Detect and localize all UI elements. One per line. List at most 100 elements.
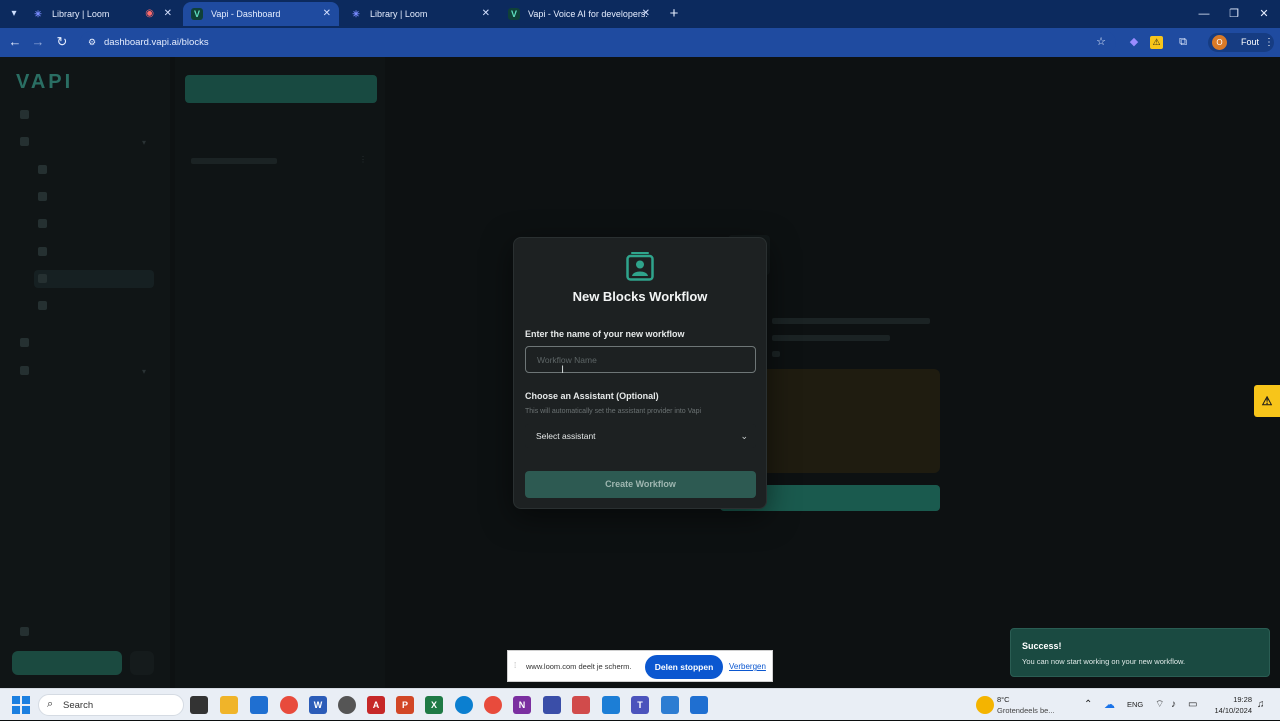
- sidebar-item-icon: [20, 137, 29, 147]
- more-icon[interactable]: ⋮: [359, 155, 367, 164]
- browser-toolbar: ← → ↻ ⚙ dashboard.vapi.ai/blocks ☆ ◆ ⚠ ⧉…: [0, 28, 1280, 57]
- chevron-up-icon[interactable]: ⌃: [1084, 689, 1092, 721]
- chrome-icon[interactable]: [484, 696, 502, 714]
- tab-vapi-voice-ai[interactable]: V Vapi - Voice AI for developers. ✕: [500, 2, 658, 26]
- side-alert-button[interactable]: ⚠: [1254, 385, 1280, 417]
- maximize-button[interactable]: ❐: [1218, 4, 1250, 24]
- weather-temperature: 8°C: [997, 695, 1010, 704]
- close-icon[interactable]: ✕: [642, 2, 650, 26]
- teams-icon[interactable]: T: [631, 696, 649, 714]
- sidebar-item[interactable]: [38, 188, 150, 206]
- powerpoint-icon[interactable]: P: [396, 696, 414, 714]
- tab-vapi-dashboard[interactable]: V Vapi - Dashboard ✕: [183, 2, 339, 26]
- bookmark-star-icon[interactable]: ☆: [1093, 34, 1109, 50]
- tab-library-loom-2[interactable]: ✳ Library | Loom ✕: [342, 2, 498, 26]
- close-icon[interactable]: ✕: [164, 2, 172, 26]
- sidebar-item-blocks[interactable]: [34, 270, 154, 288]
- new-tab-button[interactable]: +: [664, 4, 684, 24]
- sidebar-item[interactable]: [38, 161, 150, 179]
- workflow-name-label: Enter the name of your new workflow: [525, 329, 685, 339]
- assistant-helper-text: This will automatically set the assistan…: [525, 408, 702, 415]
- new-blocks-workflow-button[interactable]: [185, 75, 377, 103]
- onedrive-icon[interactable]: ☁: [1104, 689, 1115, 721]
- sidebar-item[interactable]: [20, 334, 150, 352]
- app-icon[interactable]: [690, 696, 708, 714]
- extension-icon[interactable]: ◆: [1126, 34, 1142, 50]
- back-arrow-icon[interactable]: ←: [5, 32, 25, 52]
- windows-start-icon[interactable]: [12, 696, 30, 714]
- excel-icon[interactable]: X: [425, 696, 443, 714]
- taskbar-search[interactable]: ⌕ Search: [38, 694, 184, 716]
- browser-tab-strip: ▾ ✳ Library | Loom ◉ ✕ V Vapi - Dashboar…: [0, 0, 1280, 28]
- sidebar-item[interactable]: [20, 362, 150, 380]
- profile-icon: [20, 627, 29, 637]
- close-icon[interactable]: ✕: [323, 2, 331, 26]
- assistant-select[interactable]: Select assistant ⌄: [525, 424, 756, 448]
- workflow-user-icon: [626, 252, 654, 281]
- dashboard-button[interactable]: [12, 651, 122, 675]
- sidebar-item[interactable]: [38, 297, 150, 315]
- notification-bell-icon[interactable]: ♫: [1257, 689, 1265, 721]
- address-bar[interactable]: ⚙ dashboard.vapi.ai/blocks: [80, 31, 1116, 54]
- tab-library-loom-1[interactable]: ✳ Library | Loom ◉ ✕: [24, 2, 180, 26]
- close-window-button[interactable]: ✕: [1248, 4, 1280, 24]
- dialog-title: New Blocks Workflow: [572, 289, 708, 304]
- sidebar-item[interactable]: [38, 243, 150, 261]
- store-icon[interactable]: [250, 696, 268, 714]
- word-icon[interactable]: W: [309, 696, 327, 714]
- app-icon[interactable]: [543, 696, 561, 714]
- workflow-name-input[interactable]: [525, 346, 756, 373]
- reload-icon[interactable]: ↻: [52, 32, 72, 52]
- url-text: dashboard.vapi.ai/blocks: [104, 37, 209, 48]
- drag-handle-icon[interactable]: ⁞: [514, 661, 516, 670]
- wifi-icon[interactable]: ⌔: [1155, 689, 1164, 721]
- loom-icon: ✳: [352, 9, 360, 19]
- settings-button[interactable]: [130, 651, 154, 675]
- chrome-icon[interactable]: [280, 696, 298, 714]
- app-icon[interactable]: [602, 696, 620, 714]
- chevron-down-icon: ⌄: [740, 431, 748, 441]
- recording-icon: ◉: [145, 8, 154, 19]
- notepad-icon[interactable]: [661, 696, 679, 714]
- success-toast: Success! You can now start working on yo…: [1010, 628, 1270, 677]
- list-item[interactable]: ⋮: [191, 155, 371, 167]
- task-view-icon[interactable]: [190, 696, 208, 714]
- more-menu-icon[interactable]: ⋮: [1264, 33, 1274, 52]
- clock-date[interactable]: 14/10/2024: [1206, 706, 1252, 715]
- onenote-icon[interactable]: N: [513, 696, 531, 714]
- list-item-text: [191, 158, 277, 164]
- create-workflow-button[interactable]: Create Workflow: [525, 471, 756, 498]
- sidebar-item[interactable]: [20, 106, 150, 124]
- battery-icon[interactable]: ▭: [1188, 689, 1197, 721]
- language-indicator[interactable]: ENG: [1127, 689, 1143, 721]
- new-workflow-dialog: New Blocks Workflow Enter the name of yo…: [513, 237, 767, 509]
- clock-time[interactable]: 19:28: [1222, 695, 1252, 704]
- acrobat-icon[interactable]: A: [367, 696, 385, 714]
- edge-icon[interactable]: [455, 696, 473, 714]
- hide-link[interactable]: Verbergen: [729, 651, 766, 683]
- background-text: [772, 335, 890, 341]
- sidebar-item-icon: [38, 219, 47, 229]
- profile-button[interactable]: O Fout ⋮: [1208, 33, 1274, 52]
- forward-arrow-icon[interactable]: →: [28, 32, 48, 52]
- close-icon[interactable]: ✕: [482, 2, 490, 26]
- weather-icon[interactable]: [976, 696, 994, 714]
- site-info-icon[interactable]: ⚙: [86, 36, 98, 48]
- stop-sharing-button[interactable]: Delen stoppen: [645, 655, 723, 679]
- minimize-button[interactable]: —: [1188, 4, 1220, 24]
- snipping-tool-icon[interactable]: [572, 696, 590, 714]
- sidebar-item[interactable]: [38, 215, 150, 233]
- sidebar-item[interactable]: [20, 133, 150, 151]
- tab-title: Library | Loom: [370, 9, 428, 19]
- sidebar-item[interactable]: [20, 623, 150, 641]
- assistant-label: Choose an Assistant (Optional): [525, 391, 659, 401]
- file-explorer-icon[interactable]: [220, 696, 238, 714]
- extensions-puzzle-icon[interactable]: ⧉: [1175, 34, 1191, 50]
- tab-title: Vapi - Voice AI for developers.: [528, 9, 648, 19]
- workflow-list-panel: ⋮: [175, 57, 385, 688]
- alert-extension-icon[interactable]: ⚠: [1150, 36, 1163, 49]
- tab-search-icon[interactable]: ▾: [4, 4, 24, 24]
- volume-icon[interactable]: ♪: [1171, 689, 1176, 721]
- sidebar-item-icon: [38, 301, 47, 311]
- app-icon[interactable]: [338, 696, 356, 714]
